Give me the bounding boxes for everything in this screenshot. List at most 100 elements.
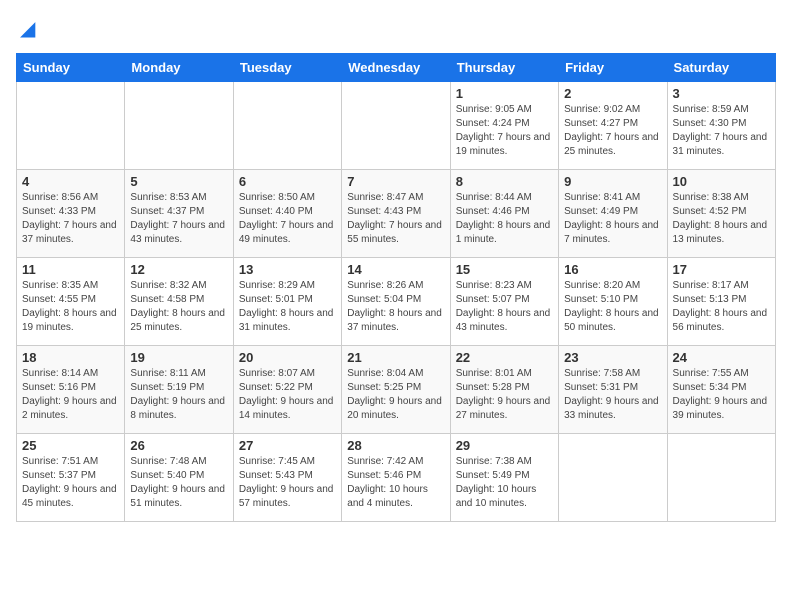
day-detail: Sunrise: 8:01 AMSunset: 5:28 PMDaylight:… (456, 367, 553, 423)
day-detail: Sunrise: 8:04 AMSunset: 5:25 PMDaylight:… (347, 367, 444, 423)
calendar-week-row: 4 Sunrise: 8:56 AMSunset: 4:33 PMDaylight… (17, 170, 776, 258)
calendar-cell (125, 82, 233, 170)
day-detail: Sunrise: 8:47 AMSunset: 4:43 PMDaylight:… (347, 191, 444, 247)
day-detail: Sunrise: 8:59 AMSunset: 4:30 PMDaylight:… (673, 103, 770, 159)
day-detail: Sunrise: 8:23 AMSunset: 5:07 PMDaylight:… (456, 279, 553, 335)
calendar-week-row: 11 Sunrise: 8:35 AMSunset: 4:55 PMDayligh… (17, 258, 776, 346)
day-number: 22 (456, 350, 553, 365)
day-number: 12 (130, 262, 227, 277)
day-detail: Sunrise: 8:35 AMSunset: 4:55 PMDaylight:… (22, 279, 119, 335)
day-number: 8 (456, 174, 553, 189)
day-detail: Sunrise: 8:07 AMSunset: 5:22 PMDaylight:… (239, 367, 336, 423)
day-number: 4 (22, 174, 119, 189)
day-number: 6 (239, 174, 336, 189)
calendar-cell: 17 Sunrise: 8:17 AMSunset: 5:13 PMDayligh… (667, 258, 775, 346)
day-detail: Sunrise: 7:48 AMSunset: 5:40 PMDaylight:… (130, 455, 227, 511)
day-number: 10 (673, 174, 770, 189)
calendar-cell: 26Sunrise: 7:48 AMSunset: 5:40 PMDayligh… (125, 434, 233, 522)
day-detail: Sunrise: 7:58 AMSunset: 5:31 PMDaylight:… (564, 367, 661, 423)
calendar-cell: 19 Sunrise: 8:11 AMSunset: 5:19 PMDayligh… (125, 346, 233, 434)
calendar-cell: 27 Sunrise: 7:45 AMSunset: 5:43 PMDayligh… (233, 434, 341, 522)
calendar-cell: 16 Sunrise: 8:20 AMSunset: 5:10 PMDayligh… (559, 258, 667, 346)
calendar-cell: 18 Sunrise: 8:14 AMSunset: 5:16 PMDayligh… (17, 346, 125, 434)
day-number: 28 (347, 438, 444, 453)
day-number: 16 (564, 262, 661, 277)
day-number: 14 (347, 262, 444, 277)
day-detail: Sunrise: 8:11 AMSunset: 5:19 PMDaylight:… (130, 367, 227, 423)
day-detail: Sunrise: 8:26 AMSunset: 5:04 PMDaylight:… (347, 279, 444, 335)
header-tuesday: Tuesday (233, 54, 341, 82)
day-detail: Sunrise: 7:55 AMSunset: 5:34 PMDaylight:… (673, 367, 770, 423)
calendar-cell: 21 Sunrise: 8:04 AMSunset: 5:25 PMDayligh… (342, 346, 450, 434)
calendar-cell: 1Sunrise: 9:05 AMSunset: 4:24 PMDaylight… (450, 82, 558, 170)
calendar-week-row: 25 Sunrise: 7:51 AMSunset: 5:37 PMDayligh… (17, 434, 776, 522)
header-sunday: Sunday (17, 54, 125, 82)
day-number: 3 (673, 86, 770, 101)
day-number: 15 (456, 262, 553, 277)
logo: ◢ (16, 16, 35, 41)
day-number: 29 (456, 438, 553, 453)
day-number: 13 (239, 262, 336, 277)
calendar-cell: 13 Sunrise: 8:29 AMSunset: 5:01 PMDayligh… (233, 258, 341, 346)
calendar-table: SundayMondayTuesdayWednesdayThursdayFrid… (16, 53, 776, 522)
calendar-cell (342, 82, 450, 170)
day-number: 11 (22, 262, 119, 277)
calendar-cell: 15 Sunrise: 8:23 AMSunset: 5:07 PMDayligh… (450, 258, 558, 346)
calendar-cell: 28 Sunrise: 7:42 AMSunset: 5:46 PMDayligh… (342, 434, 450, 522)
day-number: 2 (564, 86, 661, 101)
day-detail: Sunrise: 8:32 AMSunset: 4:58 PMDaylight:… (130, 279, 227, 335)
page-header: ◢ (16, 16, 776, 41)
header-saturday: Saturday (667, 54, 775, 82)
calendar-cell: 12 Sunrise: 8:32 AMSunset: 4:58 PMDayligh… (125, 258, 233, 346)
calendar-cell: 29 Sunrise: 7:38 AMSunset: 5:49 PMDayligh… (450, 434, 558, 522)
day-detail: Sunrise: 8:14 AMSunset: 5:16 PMDaylight:… (22, 367, 119, 423)
day-detail: Sunrise: 8:56 AMSunset: 4:33 PMDaylight:… (22, 191, 119, 247)
day-number: 1 (456, 86, 553, 101)
calendar-cell: 3 Sunrise: 8:59 AMSunset: 4:30 PMDaylight… (667, 82, 775, 170)
day-number: 21 (347, 350, 444, 365)
day-detail: Sunrise: 8:53 AMSunset: 4:37 PMDaylight:… (130, 191, 227, 247)
day-detail: Sunrise: 7:51 AMSunset: 5:37 PMDaylight:… (22, 455, 119, 511)
calendar-cell: 5 Sunrise: 8:53 AMSunset: 4:37 PMDaylight… (125, 170, 233, 258)
day-detail: Sunrise: 7:42 AMSunset: 5:46 PMDaylight:… (347, 455, 444, 511)
calendar-cell: 24 Sunrise: 7:55 AMSunset: 5:34 PMDayligh… (667, 346, 775, 434)
header-monday: Monday (125, 54, 233, 82)
day-detail: Sunrise: 7:38 AMSunset: 5:49 PMDaylight:… (456, 455, 553, 511)
calendar-cell: 11 Sunrise: 8:35 AMSunset: 4:55 PMDayligh… (17, 258, 125, 346)
day-number: 25 (22, 438, 119, 453)
day-number: 18 (22, 350, 119, 365)
calendar-cell (233, 82, 341, 170)
calendar-cell: 23Sunrise: 7:58 AMSunset: 5:31 PMDayligh… (559, 346, 667, 434)
day-detail: Sunrise: 8:17 AMSunset: 5:13 PMDaylight:… (673, 279, 770, 335)
day-detail: Sunrise: 8:50 AMSunset: 4:40 PMDaylight:… (239, 191, 336, 247)
calendar-header-row: SundayMondayTuesdayWednesdayThursdayFrid… (17, 54, 776, 82)
day-detail: Sunrise: 8:41 AMSunset: 4:49 PMDaylight:… (564, 191, 661, 247)
calendar-cell: 14 Sunrise: 8:26 AMSunset: 5:04 PMDayligh… (342, 258, 450, 346)
day-number: 27 (239, 438, 336, 453)
calendar-cell (17, 82, 125, 170)
header-thursday: Thursday (450, 54, 558, 82)
calendar-cell: 20Sunrise: 8:07 AMSunset: 5:22 PMDayligh… (233, 346, 341, 434)
day-detail: Sunrise: 8:44 AMSunset: 4:46 PMDaylight:… (456, 191, 553, 247)
calendar-cell: 22 Sunrise: 8:01 AMSunset: 5:28 PMDayligh… (450, 346, 558, 434)
day-number: 24 (673, 350, 770, 365)
day-number: 19 (130, 350, 227, 365)
day-detail: Sunrise: 8:20 AMSunset: 5:10 PMDaylight:… (564, 279, 661, 335)
calendar-week-row: 1Sunrise: 9:05 AMSunset: 4:24 PMDaylight… (17, 82, 776, 170)
logo-bird-icon: ◢ (20, 16, 35, 41)
day-number: 9 (564, 174, 661, 189)
calendar-cell: 4 Sunrise: 8:56 AMSunset: 4:33 PMDaylight… (17, 170, 125, 258)
day-detail: Sunrise: 7:45 AMSunset: 5:43 PMDaylight:… (239, 455, 336, 511)
calendar-cell (559, 434, 667, 522)
calendar-cell: 8 Sunrise: 8:44 AMSunset: 4:46 PMDaylight… (450, 170, 558, 258)
day-detail: Sunrise: 8:29 AMSunset: 5:01 PMDaylight:… (239, 279, 336, 335)
calendar-cell: 7Sunrise: 8:47 AMSunset: 4:43 PMDaylight… (342, 170, 450, 258)
header-friday: Friday (559, 54, 667, 82)
calendar-cell (667, 434, 775, 522)
day-number: 5 (130, 174, 227, 189)
header-wednesday: Wednesday (342, 54, 450, 82)
calendar-week-row: 18 Sunrise: 8:14 AMSunset: 5:16 PMDayligh… (17, 346, 776, 434)
calendar-cell: 9 Sunrise: 8:41 AMSunset: 4:49 PMDaylight… (559, 170, 667, 258)
day-detail: Sunrise: 9:02 AMSunset: 4:27 PMDaylight:… (564, 103, 661, 159)
day-number: 17 (673, 262, 770, 277)
